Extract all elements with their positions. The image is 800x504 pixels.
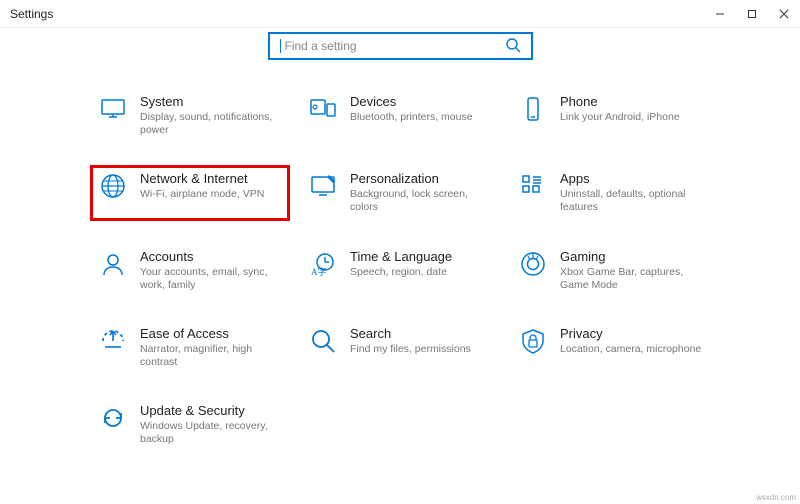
category-personal[interactable]: Personalization Background, lock screen, …: [300, 165, 500, 220]
category-update[interactable]: Update & Security Windows Update, recover…: [90, 397, 290, 452]
category-title: Devices: [350, 94, 473, 109]
minimize-button[interactable]: [704, 0, 736, 28]
category-title: Personalization: [350, 171, 492, 186]
category-desc: Xbox Game Bar, captures, Game Mode: [560, 266, 702, 292]
category-apps[interactable]: Apps Uninstall, defaults, optional featur…: [510, 165, 710, 220]
category-accounts[interactable]: Accounts Your accounts, email, sync, work…: [90, 243, 290, 298]
update-icon: [98, 403, 128, 433]
category-text: Privacy Location, camera, microphone: [560, 326, 701, 356]
privacy-icon: [518, 326, 548, 356]
text-caret: [280, 39, 281, 53]
category-title: Gaming: [560, 249, 702, 264]
time-icon: [308, 249, 338, 279]
category-text: Personalization Background, lock screen, …: [350, 171, 492, 214]
category-text: Accounts Your accounts, email, sync, work…: [140, 249, 282, 292]
window-title: Settings: [10, 7, 53, 21]
category-title: Ease of Access: [140, 326, 282, 341]
category-privacy[interactable]: Privacy Location, camera, microphone: [510, 320, 710, 375]
category-text: Time & Language Speech, region, date: [350, 249, 452, 279]
search-container: Find a setting: [0, 32, 800, 60]
category-desc: Find my files, permissions: [350, 343, 471, 356]
category-time[interactable]: Time & Language Speech, region, date: [300, 243, 500, 298]
category-text: Network & Internet Wi-Fi, airplane mode, …: [140, 171, 264, 201]
search-icon: [308, 326, 338, 356]
category-desc: Windows Update, recovery, backup: [140, 420, 282, 446]
category-desc: Speech, region, date: [350, 266, 452, 279]
category-gaming[interactable]: Gaming Xbox Game Bar, captures, Game Mode: [510, 243, 710, 298]
category-title: Accounts: [140, 249, 282, 264]
network-icon: [98, 171, 128, 201]
category-title: Apps: [560, 171, 702, 186]
category-desc: Narrator, magnifier, high contrast: [140, 343, 282, 369]
search-icon: [505, 37, 521, 56]
category-title: Search: [350, 326, 471, 341]
category-title: Phone: [560, 94, 680, 109]
titlebar: Settings: [0, 0, 800, 28]
category-title: Privacy: [560, 326, 701, 341]
category-network[interactable]: Network & Internet Wi-Fi, airplane mode, …: [90, 165, 290, 220]
category-desc: Bluetooth, printers, mouse: [350, 111, 473, 124]
category-desc: Link your Android, iPhone: [560, 111, 680, 124]
accounts-icon: [98, 249, 128, 279]
category-desc: Uninstall, defaults, optional features: [560, 188, 702, 214]
category-text: Phone Link your Android, iPhone: [560, 94, 680, 124]
category-search[interactable]: Search Find my files, permissions: [300, 320, 500, 375]
category-text: System Display, sound, notifications, pow…: [140, 94, 282, 137]
category-title: System: [140, 94, 282, 109]
category-text: Update & Security Windows Update, recover…: [140, 403, 282, 446]
minimize-icon: [715, 9, 725, 19]
maximize-icon: [747, 9, 757, 19]
category-desc: Your accounts, email, sync, work, family: [140, 266, 282, 292]
category-desc: Background, lock screen, colors: [350, 188, 492, 214]
close-icon: [779, 9, 789, 19]
category-system[interactable]: System Display, sound, notifications, pow…: [90, 88, 290, 143]
gaming-icon: [518, 249, 548, 279]
system-icon: [98, 94, 128, 124]
category-phone[interactable]: Phone Link your Android, iPhone: [510, 88, 710, 143]
category-text: Search Find my files, permissions: [350, 326, 471, 356]
apps-icon: [518, 171, 548, 201]
personal-icon: [308, 171, 338, 201]
devices-icon: [308, 94, 338, 124]
category-title: Update & Security: [140, 403, 282, 418]
category-text: Gaming Xbox Game Bar, captures, Game Mode: [560, 249, 702, 292]
window-controls: [704, 0, 800, 28]
categories-grid: System Display, sound, notifications, pow…: [0, 88, 800, 452]
category-desc: Wi-Fi, airplane mode, VPN: [140, 188, 264, 201]
category-desc: Location, camera, microphone: [560, 343, 701, 356]
close-button[interactable]: [768, 0, 800, 28]
search-input[interactable]: Find a setting: [268, 32, 533, 60]
phone-icon: [518, 94, 548, 124]
search-placeholder: Find a setting: [285, 39, 505, 53]
category-text: Ease of Access Narrator, magnifier, high …: [140, 326, 282, 369]
category-text: Apps Uninstall, defaults, optional featur…: [560, 171, 702, 214]
category-text: Devices Bluetooth, printers, mouse: [350, 94, 473, 124]
watermark: wsxdn.com: [756, 493, 796, 502]
category-ease[interactable]: Ease of Access Narrator, magnifier, high …: [90, 320, 290, 375]
ease-icon: [98, 326, 128, 356]
category-title: Time & Language: [350, 249, 452, 264]
category-desc: Display, sound, notifications, power: [140, 111, 282, 137]
maximize-button[interactable]: [736, 0, 768, 28]
category-devices[interactable]: Devices Bluetooth, printers, mouse: [300, 88, 500, 143]
category-title: Network & Internet: [140, 171, 264, 186]
